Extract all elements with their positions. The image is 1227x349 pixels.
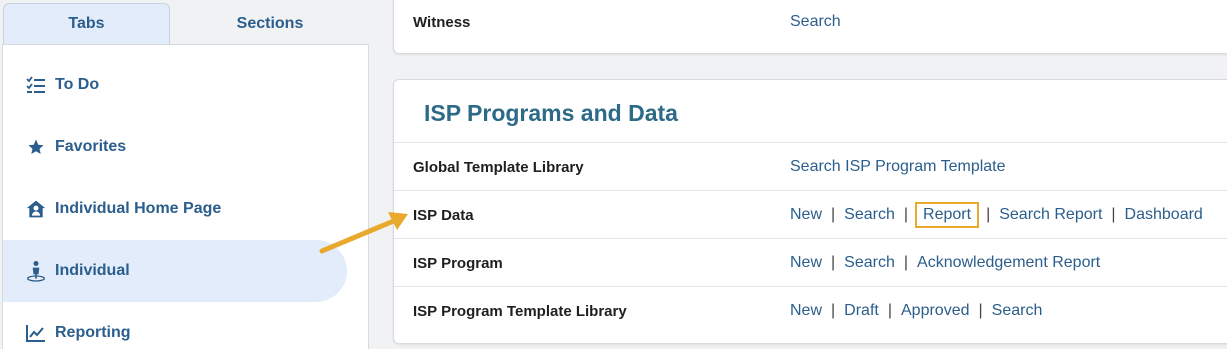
row-label: Witness	[413, 13, 471, 31]
separator: |	[831, 302, 836, 319]
report-link[interactable]: Report	[915, 202, 980, 228]
row-links: New | Draft | Approved | Search	[790, 287, 1042, 335]
row-label: Global Template Library	[413, 158, 584, 176]
sidebar-item-favorites[interactable]: Favorites	[3, 116, 126, 178]
chart-line-icon	[25, 322, 47, 344]
search-isp-program-template-link[interactable]: Search ISP Program Template	[790, 158, 1006, 176]
sidebar-item-label: Individual Home Page	[55, 200, 222, 217]
separator: |	[1111, 206, 1116, 223]
section-title: ISP Programs and Data	[424, 100, 678, 126]
separator: |	[887, 302, 892, 319]
search-link[interactable]: Search	[790, 13, 841, 31]
tab-sections[interactable]: Sections	[170, 3, 370, 44]
approved-link[interactable]: Approved	[901, 302, 970, 320]
separator: |	[903, 206, 909, 223]
row-links: Search ISP Program Template	[790, 143, 1006, 191]
search-link[interactable]: Search	[844, 206, 895, 224]
new-link[interactable]: New	[790, 206, 822, 224]
table-row: Global Template Library Search ISP Progr…	[394, 142, 1227, 190]
sidebar-item-label: Individual	[55, 262, 130, 279]
table-row: Witness Search	[394, 0, 1227, 46]
isp-programs-card: ISP Programs and Data Global Template Li…	[393, 79, 1227, 344]
search-link[interactable]: Search	[844, 254, 895, 272]
separator: |	[903, 254, 909, 271]
witness-card: Witness Search	[393, 0, 1227, 54]
row-label: ISP Data	[413, 206, 474, 224]
new-link[interactable]: New	[790, 302, 822, 320]
table-row: ISP Data New | Search | Report | Search …	[394, 190, 1227, 238]
separator: |	[978, 302, 983, 319]
separator: |	[986, 206, 991, 223]
sidebar-item-label: Reporting	[55, 324, 131, 341]
sidebar-item-label: To Do	[55, 76, 100, 93]
row-links: New | Search | Report | Search Report | …	[790, 191, 1203, 239]
search-link[interactable]: Search	[992, 302, 1043, 320]
table-row: ISP Program New | Search | Acknowledgeme…	[394, 238, 1227, 286]
row-label: ISP Program	[413, 254, 503, 272]
row-links: New | Search | Acknowledgement Report	[790, 239, 1100, 287]
search-report-link[interactable]: Search Report	[999, 206, 1102, 224]
sidebar-item-individual-home-page[interactable]: Individual Home Page	[3, 178, 221, 240]
sidebar-item-reporting[interactable]: Reporting	[3, 302, 131, 349]
tab-tabs[interactable]: Tabs	[3, 3, 170, 44]
separator: |	[831, 254, 836, 271]
sidebar: To Do Favorites Individual Home Page Ind…	[2, 44, 369, 349]
acknowledgement-report-link[interactable]: Acknowledgement Report	[917, 254, 1100, 272]
house-person-icon	[25, 198, 47, 220]
checklist-icon	[25, 74, 47, 96]
draft-link[interactable]: Draft	[844, 302, 879, 320]
sidebar-item-to-do[interactable]: To Do	[3, 54, 99, 116]
tab-bar: Tabs Sections	[0, 0, 370, 44]
star-icon	[25, 136, 47, 158]
person-icon	[25, 260, 47, 282]
sidebar-item-individual[interactable]: Individual	[3, 240, 347, 302]
row-links: Search	[790, 0, 841, 46]
table-row: ISP Program Template Library New | Draft…	[394, 286, 1227, 334]
dashboard-link[interactable]: Dashboard	[1125, 206, 1203, 224]
sidebar-item-label: Favorites	[55, 138, 127, 155]
new-link[interactable]: New	[790, 254, 822, 272]
row-label: ISP Program Template Library	[413, 302, 627, 320]
separator: |	[831, 206, 836, 223]
